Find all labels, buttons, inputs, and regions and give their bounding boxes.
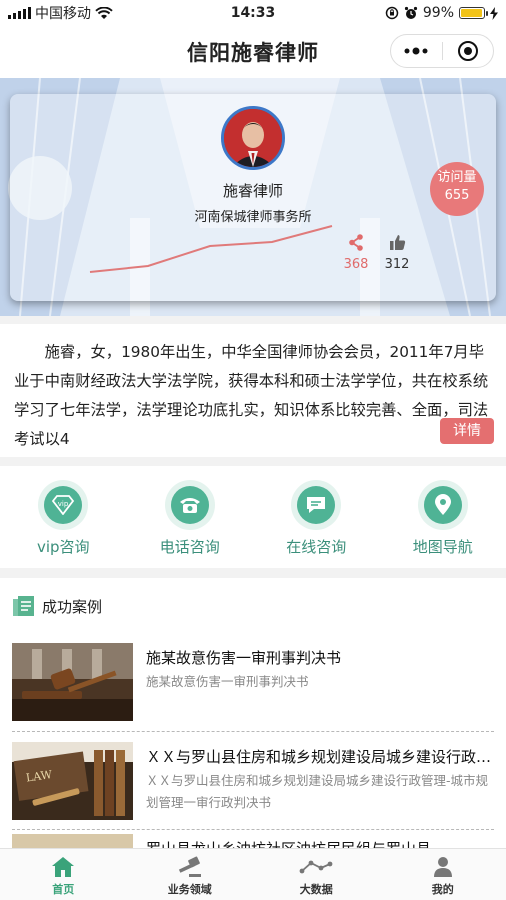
charging-icon	[490, 6, 498, 20]
location-pin-icon	[434, 494, 451, 515]
tab-mine[interactable]: 我的	[380, 849, 506, 900]
intro-text: 施睿，女，1980年出生，中华全国律师协会会员，2011年7月毕业于中南财经政法…	[14, 343, 489, 448]
document-icon	[13, 596, 34, 616]
signal-icon	[8, 7, 31, 19]
success-cases-section: 成功案例 施某故意伤害一审刑事判决书 施某故意伤害一审刑事判决书 LAW ＸＸ与…	[0, 578, 506, 900]
carrier-name: 中国移动	[35, 6, 91, 22]
case-title: ＸＸ与罗山县住房和城乡规划建设局城乡建设行政管理	[146, 748, 492, 766]
bottom-tab-bar: 首页 业务领域 大数据 我的	[0, 848, 506, 900]
service-label: 地图导航	[412, 538, 473, 556]
service-phone-consult[interactable]: 电话咨询	[127, 466, 254, 568]
navigation-bar: 信阳施睿律师	[0, 26, 506, 78]
data-chart-icon	[299, 860, 333, 874]
share-icon	[349, 234, 363, 251]
like-button[interactable]: 312	[380, 234, 414, 272]
service-menu: vip vip咨询 电话咨询 在线咨询 地图导航	[0, 466, 506, 568]
tab-label: 首页	[52, 883, 75, 896]
service-online-consult[interactable]: 在线咨询	[253, 466, 380, 568]
gavel-icon	[178, 856, 201, 877]
tab-big-data[interactable]: 大数据	[253, 849, 380, 900]
app-screen: 中国移动 14:33 99% 信阳施睿律师 施睿律师 河南保城律师事务所 访问量…	[0, 0, 506, 900]
more-dots-icon	[404, 47, 428, 55]
case-item[interactable]: 施某故意伤害一审刑事判决书 施某故意伤害一审刑事判决书	[12, 643, 494, 723]
phone-icon	[179, 498, 200, 513]
tab-label: 我的	[431, 883, 454, 896]
lawyer-intro: 施睿，女，1980年出生，中华全国律师协会会员，2011年7月毕业于中南财经政法…	[0, 324, 506, 457]
tab-home[interactable]: 首页	[0, 849, 127, 900]
law-books-photo: LAW	[12, 742, 133, 820]
case-subtitle: 施某故意伤害一审刑事判决书	[146, 674, 309, 689]
target-circle-icon	[457, 41, 478, 61]
like-count: 312	[384, 257, 410, 272]
thumbs-up-icon	[389, 235, 405, 250]
status-bar: 中国移动 14:33 99%	[0, 0, 506, 26]
alarm-icon	[404, 6, 417, 19]
case-thumbnail	[12, 643, 133, 721]
battery-icon	[459, 7, 488, 19]
lawyer-photo	[224, 109, 282, 167]
details-button[interactable]: 详情	[440, 418, 494, 444]
law-firm-name: 河南保城律师事务所	[194, 210, 312, 225]
page-title: 信阳施睿律师	[187, 41, 319, 65]
visit-count-value: 655	[444, 188, 470, 203]
case-item[interactable]: LAW ＸＸ与罗山县住房和城乡规划建设局城乡建设行政管理 ＸＸ与罗山县住房和城乡…	[12, 742, 494, 822]
vip-icon: vip	[52, 495, 75, 515]
svg-text:vip: vip	[58, 500, 69, 508]
tab-label: 大数据	[299, 883, 333, 896]
visit-count-badge: 访问量 655	[430, 162, 484, 216]
tab-label: 业务领域	[167, 883, 212, 896]
wifi-icon	[95, 6, 113, 19]
home-icon	[52, 857, 75, 877]
user-icon	[433, 857, 452, 877]
service-vip-consult[interactable]: vip vip咨询	[0, 466, 127, 568]
chat-icon	[307, 497, 326, 513]
battery-percent: 99%	[422, 5, 454, 21]
tab-business-areas[interactable]: 业务领域	[127, 849, 254, 900]
rotation-lock-icon	[385, 6, 399, 20]
service-map-navigation[interactable]: 地图导航	[380, 466, 506, 568]
case-subtitle: ＸＸ与罗山县住房和城乡规划建设局城乡建设行政管理-城市规划管理一审行政判决书	[146, 773, 489, 810]
more-button[interactable]	[391, 35, 442, 67]
case-thumbnail: LAW	[12, 742, 133, 820]
avatar[interactable]	[221, 106, 285, 170]
miniprogram-capsule	[390, 34, 494, 68]
service-label: 电话咨询	[159, 538, 220, 556]
case-title: 施某故意伤害一审刑事判决书	[146, 649, 342, 667]
share-button[interactable]: 368	[339, 234, 373, 272]
section-title: 成功案例	[42, 597, 103, 616]
service-label: vip咨询	[36, 538, 90, 556]
share-count: 368	[343, 257, 369, 272]
close-miniprogram-button[interactable]	[443, 35, 494, 67]
gavel-photo	[12, 643, 133, 721]
visit-count-label: 访问量	[437, 170, 477, 185]
service-label: 在线咨询	[286, 538, 347, 556]
